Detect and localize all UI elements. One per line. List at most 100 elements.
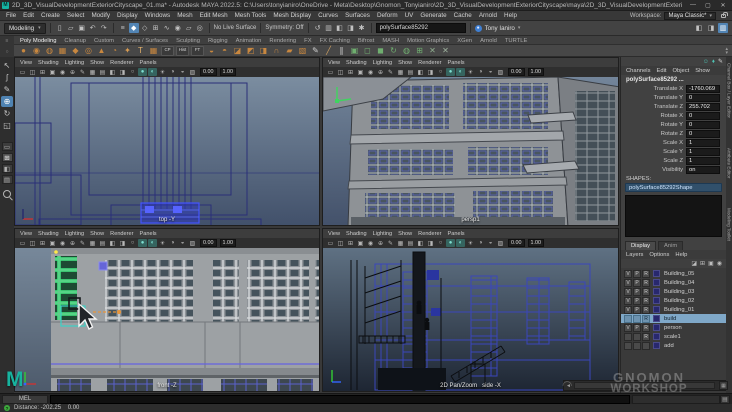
viewport-menu-item[interactable]: Lighting (65, 231, 85, 237)
bookmarks-icon[interactable]: ▣ (356, 239, 365, 247)
menu-item[interactable]: Mesh Tools (235, 12, 267, 19)
shelf-scroll-buttons[interactable]: ▴ ▾ (725, 46, 728, 55)
viewport-canvas-front[interactable]: front -Z (15, 248, 319, 391)
layer-color-swatch[interactable] (653, 306, 660, 313)
grease-pencil-icon[interactable]: ✎ (386, 68, 395, 76)
layer-playback-toggle[interactable]: P (633, 269, 641, 278)
menu-item[interactable]: Generate (420, 12, 446, 19)
menu-item[interactable]: Edit Mesh (200, 12, 228, 19)
dock-tab[interactable]: Channel Box / Layer Editor (727, 63, 732, 118)
layer-editor-menu-item[interactable]: Options (649, 252, 669, 258)
edit-pencil-icon[interactable]: ✎ (718, 58, 723, 65)
channel-value-field[interactable]: on (686, 165, 720, 174)
lock-camera-icon[interactable]: ◫ (336, 68, 345, 76)
show-attribute-editor-icon[interactable]: ◧ (694, 23, 704, 33)
shelf-symmetrize-icon[interactable]: ⊞ (414, 45, 425, 56)
viewport-persp[interactable]: View Shading Lighting Show Renderer Panels ▭ ◫… (322, 57, 619, 226)
bookmarks-icon[interactable]: ▣ (48, 68, 57, 76)
layer-color-swatch[interactable] (653, 333, 660, 340)
channel-box-menu-item[interactable]: Channels (626, 68, 651, 74)
image-plane-icon[interactable]: ◉ (58, 239, 67, 247)
viewport-menu-item[interactable]: Show (398, 60, 412, 66)
gate-mask-icon[interactable]: ◨ (426, 239, 435, 247)
shelf-combine-icon[interactable]: ◒ (206, 45, 217, 56)
film-gate-icon[interactable]: ▤ (406, 68, 415, 76)
shelf-tab[interactable]: TURTLE (505, 38, 527, 44)
construction-history-icon[interactable]: ↺ (313, 23, 323, 33)
menu-item[interactable]: Edit (23, 12, 34, 19)
menu-item[interactable]: Deform (377, 12, 398, 19)
textured-icon[interactable]: ◐ (148, 239, 157, 247)
menu-set-dropdown[interactable]: Modeling ▾ (4, 22, 46, 34)
layer-options-icon[interactable]: ◉ (717, 260, 722, 267)
channel-box-menu-item[interactable]: Object (673, 68, 690, 74)
channel-value-field[interactable]: 1 (686, 156, 720, 165)
shelf-platonic-solid-icon[interactable]: ◆ (70, 45, 81, 56)
lock-camera-icon[interactable]: ◫ (28, 68, 37, 76)
lock-camera-icon[interactable]: ◫ (28, 239, 37, 247)
shelf-spin-edge-icon[interactable]: ↻ (388, 45, 399, 56)
viewport-canvas-top[interactable]: top -Y (15, 77, 319, 225)
shelf-text-tool-icon[interactable]: T (135, 45, 146, 56)
viewport-menu-item[interactable]: View (328, 60, 340, 66)
single-pane-layout-button[interactable]: ▭ (1, 142, 13, 151)
select-camera-icon[interactable]: ▭ (326, 68, 335, 76)
shaded-icon[interactable]: ● (138, 239, 147, 247)
shelf-tab[interactable]: Rendering (269, 38, 296, 44)
scrollbar-track[interactable] (574, 382, 715, 389)
layer-color-swatch[interactable] (653, 342, 660, 349)
command-input[interactable] (50, 394, 630, 404)
viewport-menu-item[interactable]: Shading (38, 60, 59, 66)
channel-value-field[interactable]: 1 (686, 147, 720, 156)
film-gate-icon[interactable]: ▤ (98, 68, 107, 76)
viewport-menu-item[interactable]: Shading (346, 60, 367, 66)
grid-icon[interactable]: ▦ (396, 239, 405, 247)
viewport-menu-item[interactable]: Show (398, 231, 412, 237)
layer-display-type-toggle[interactable] (642, 341, 650, 350)
rotate-tool[interactable]: ↻ (1, 108, 13, 119)
menu-item[interactable]: Create (41, 12, 60, 19)
shadows-icon[interactable]: ◑ (476, 68, 485, 76)
new-scene-icon[interactable]: ▯ (55, 23, 65, 33)
shelf-crease-icon[interactable]: ◼ (375, 45, 386, 56)
render-current-frame-icon[interactable]: ◧ (335, 23, 345, 33)
select-camera-icon[interactable]: ▭ (18, 239, 27, 247)
2d-pan-zoom-icon[interactable]: ⊕ (376, 239, 385, 247)
lights-icon[interactable]: ☀ (466, 239, 475, 247)
menu-item[interactable]: Display (117, 12, 138, 19)
channel-value-field[interactable]: 0 (686, 93, 720, 102)
menu-item[interactable]: File (6, 12, 16, 19)
shelf-tab[interactable]: Motion Graphics (407, 38, 449, 44)
shelf-tab[interactable]: Bifrost (358, 38, 374, 44)
shelf-tab[interactable]: Rigging (208, 38, 228, 44)
viewport-menu-item[interactable]: Show (90, 60, 104, 66)
outliner-layout-button[interactable]: ▤ (1, 175, 13, 184)
timeline-scrollbar[interactable]: ◄ ► (563, 380, 726, 391)
layer-playback-toggle[interactable]: P (633, 323, 641, 332)
shelf-nurbs-sphere-icon[interactable]: ◉ (31, 45, 42, 56)
menu-item[interactable]: Windows (145, 12, 171, 19)
workspace-dropdown[interactable]: Maya Classic* ▾ (664, 11, 716, 20)
channel-value-field[interactable]: 0 (686, 111, 720, 120)
layer-display-type-toggle[interactable]: R (642, 332, 650, 341)
lights-icon[interactable]: ☀ (466, 68, 475, 76)
shelf-tab[interactable]: FX Caching (320, 38, 350, 44)
persp-outliner-layout-button[interactable]: ◧ (1, 164, 13, 173)
menu-item[interactable]: Curves (318, 12, 338, 19)
channel-value-field[interactable]: -1760.069 (686, 84, 720, 93)
undo-icon[interactable]: ↶ (88, 23, 98, 33)
paint-select-tool[interactable]: ✎ (1, 84, 13, 95)
shaded-icon[interactable]: ● (446, 68, 455, 76)
gate-mask-icon[interactable]: ◨ (118, 68, 127, 76)
shelf-collapse-edge-icon[interactable]: ✕ (440, 45, 451, 56)
shaded-icon[interactable]: ● (138, 68, 147, 76)
shelf-insert-edge-loop-icon[interactable]: ∥ (336, 45, 347, 56)
viewport-menu-item[interactable]: View (20, 231, 32, 237)
channel-value-field[interactable]: 255.702 (686, 102, 720, 111)
show-channel-box-icon[interactable]: ▥ (718, 23, 728, 33)
gamma-field[interactable]: 1.00 (219, 68, 236, 76)
shelf-multi-cut-icon[interactable]: ╱ (323, 45, 334, 56)
shape-node-row[interactable]: polySurface85292Shape (625, 183, 722, 192)
shelf-tab[interactable]: Poly Modeling (20, 38, 56, 44)
layer-visibility-toggle[interactable]: V (624, 296, 632, 305)
